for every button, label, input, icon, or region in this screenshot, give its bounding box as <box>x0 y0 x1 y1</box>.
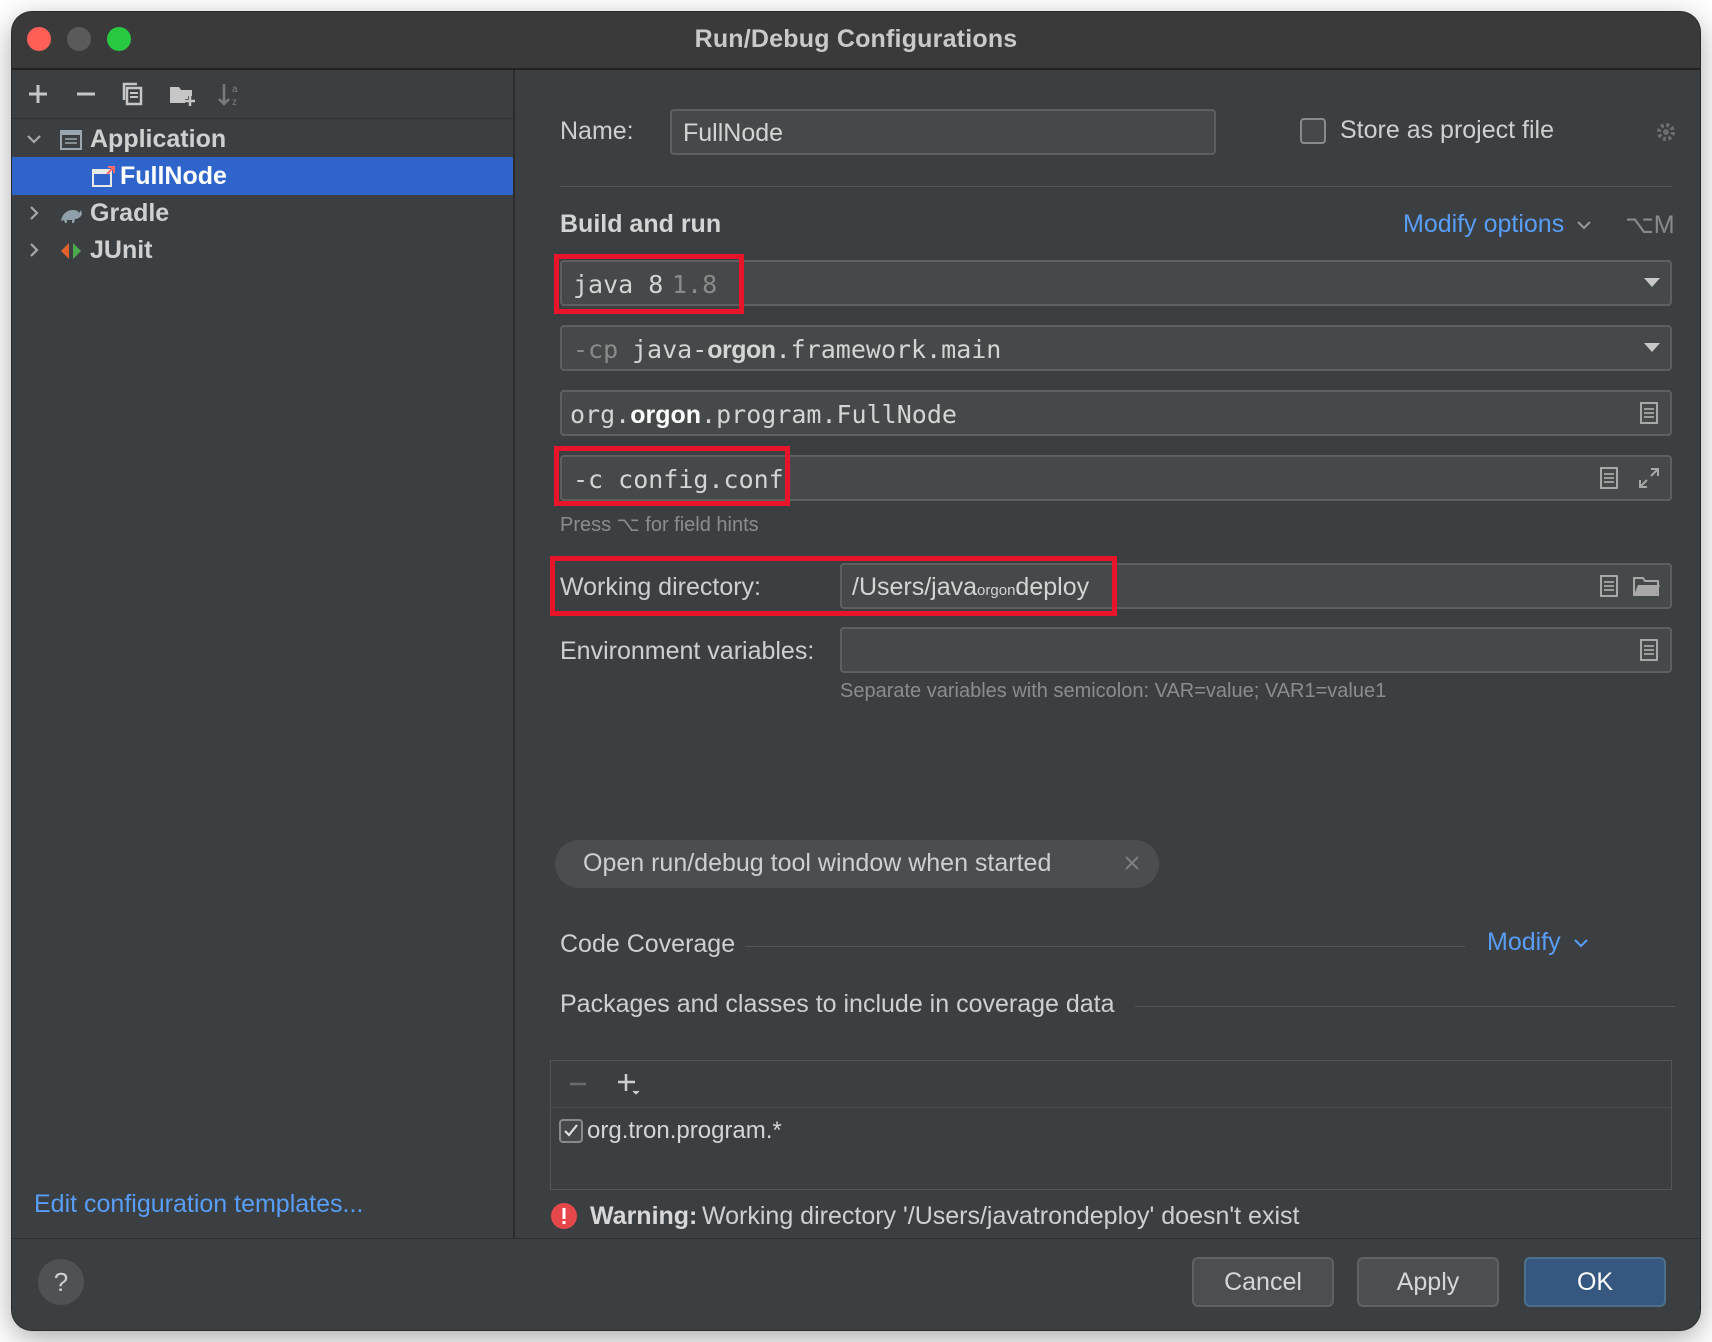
main-class-prefix: org. <box>570 400 631 429</box>
add-icon[interactable] <box>22 78 54 110</box>
run-config-icon <box>92 166 115 187</box>
chevron-down-icon[interactable] <box>24 129 44 149</box>
edit-configuration-templates-link[interactable]: Edit configuration templates... <box>34 1190 363 1219</box>
checkmark-icon <box>564 1124 578 1137</box>
dropdown-arrow-icon[interactable] <box>1644 343 1660 352</box>
warning-text: Working directory '/Users/javatrondeploy… <box>702 1202 1300 1230</box>
modify-options-label: Modify options <box>1403 210 1565 238</box>
store-as-project-file-checkbox[interactable] <box>1300 118 1326 144</box>
window-title: Run/Debug Configurations <box>694 25 1018 53</box>
application-config-icon <box>60 130 82 150</box>
tree-item-label: Application <box>90 125 227 153</box>
apply-button[interactable]: Apply <box>1357 1257 1499 1307</box>
copy-icon[interactable] <box>118 78 150 110</box>
highlight-box <box>554 446 790 506</box>
title-bar: Run/Debug Configurations <box>12 12 1700 70</box>
modify-options-shortcut: ⌥M <box>1625 211 1675 239</box>
classpath-value-suffix: .framework.main <box>775 335 1002 364</box>
classpath-value: java-orgon.framework.main <box>632 335 1001 365</box>
add-icon[interactable] <box>615 1071 641 1097</box>
tree-item-label: FullNode <box>120 162 227 190</box>
error-icon <box>551 1203 577 1229</box>
name-value: FullNode <box>683 119 784 147</box>
svg-text:z: z <box>232 97 237 108</box>
package-pattern: org.tron.program.* <box>587 1117 782 1144</box>
classpath-module-select[interactable]: -cp java-orgon.framework.main <box>560 325 1672 371</box>
dialog-button-bar: ? Cancel Apply OK <box>12 1238 1700 1330</box>
field-hints-text: Press ⌥ for field hints <box>560 514 759 536</box>
browse-icon[interactable] <box>1636 400 1662 426</box>
svg-text:a: a <box>232 84 238 95</box>
separator <box>1135 1006 1675 1007</box>
run-debug-configurations-dialog: Run/Debug Configurations az Application … <box>12 12 1700 1330</box>
browse-icon[interactable] <box>1596 573 1622 599</box>
warning-prefix: Warning: <box>590 1202 698 1230</box>
environment-variables-input[interactable] <box>840 627 1672 673</box>
remove-icon[interactable] <box>567 1073 589 1095</box>
main-class-bold: orgon <box>630 401 702 429</box>
classpath-value-bold: orgon <box>707 336 776 364</box>
coverage-modify-link[interactable]: Modify <box>1487 928 1590 957</box>
build-and-run-title: Build and run <box>560 210 722 238</box>
tree-item-gradle[interactable]: Gradle <box>12 194 513 232</box>
chevron-down-icon <box>1577 221 1591 230</box>
tree-item-label: Gradle <box>90 199 170 227</box>
coverage-modify-label: Modify <box>1487 928 1561 956</box>
expand-icon[interactable] <box>1636 465 1662 491</box>
open-tool-window-option-label: Open run/debug tool window when started <box>583 849 1052 877</box>
dropdown-arrow-icon[interactable] <box>1644 278 1660 287</box>
code-coverage-title: Code Coverage <box>560 930 736 958</box>
tree-item-fullnode[interactable]: FullNode <box>12 157 513 195</box>
open-tool-window-option-chip[interactable]: Open run/debug tool window when started <box>555 840 1159 888</box>
tree-item-junit[interactable]: JUnit <box>12 231 513 269</box>
highlight-box <box>554 254 744 314</box>
gradle-icon <box>61 210 82 223</box>
name-input[interactable]: FullNode <box>670 109 1216 155</box>
name-label: Name: <box>560 117 634 145</box>
main-class-suffix: .program.FullNode <box>701 400 957 429</box>
coverage-packages-list: org.tron.program.* <box>550 1060 1672 1190</box>
packages-title: Packages and classes to include in cover… <box>560 990 1115 1018</box>
sort-icon[interactable]: az <box>214 78 246 110</box>
separator <box>560 186 1672 187</box>
gear-icon[interactable] <box>1653 119 1679 145</box>
main-class-input[interactable]: org.orgon.program.FullNode <box>560 390 1672 436</box>
package-checkbox[interactable] <box>559 1119 583 1143</box>
junit-icon <box>61 243 81 259</box>
warning-message: Warning: Working directory '/Users/javat… <box>550 1200 1700 1234</box>
folder-icon[interactable] <box>1632 573 1662 599</box>
tree-item-application[interactable]: Application <box>12 120 513 158</box>
packages-toolbar <box>551 1061 1671 1108</box>
chevron-right-icon[interactable] <box>24 240 44 260</box>
chevron-right-icon[interactable] <box>24 203 44 223</box>
browse-icon[interactable] <box>1636 637 1662 663</box>
tree-item-label: JUnit <box>90 236 153 264</box>
separator <box>745 946 1465 947</box>
classpath-value-prefix: java- <box>632 335 708 364</box>
main-class-value: org.orgon.program.FullNode <box>570 400 957 430</box>
configuration-editor-pane: Name: FullNode Store as project file Bui… <box>515 70 1700 1238</box>
ok-button[interactable]: OK <box>1524 1257 1666 1307</box>
highlight-box <box>550 556 1117 616</box>
classpath-flag: -cp <box>573 335 619 364</box>
close-icon[interactable] <box>1121 852 1143 874</box>
modify-options-link[interactable]: Modify options <box>1403 210 1593 239</box>
environment-variables-label: Environment variables: <box>560 637 815 665</box>
tree-toolbar: az <box>12 70 513 119</box>
browse-icon[interactable] <box>1596 465 1622 491</box>
list-item[interactable]: org.tron.program.* <box>559 1117 1159 1147</box>
remove-icon[interactable] <box>70 78 102 110</box>
chevron-down-icon <box>1573 939 1588 948</box>
new-folder-icon[interactable] <box>166 78 198 110</box>
cancel-button[interactable]: Cancel <box>1192 1257 1334 1307</box>
help-button[interactable]: ? <box>38 1259 84 1305</box>
environment-variables-hint: Separate variables with semicolon: VAR=v… <box>840 680 1387 702</box>
store-as-project-file-label: Store as project file <box>1340 116 1554 144</box>
configuration-tree-pane: az Application FullNode Gradle JUnit Edi… <box>12 70 515 1238</box>
